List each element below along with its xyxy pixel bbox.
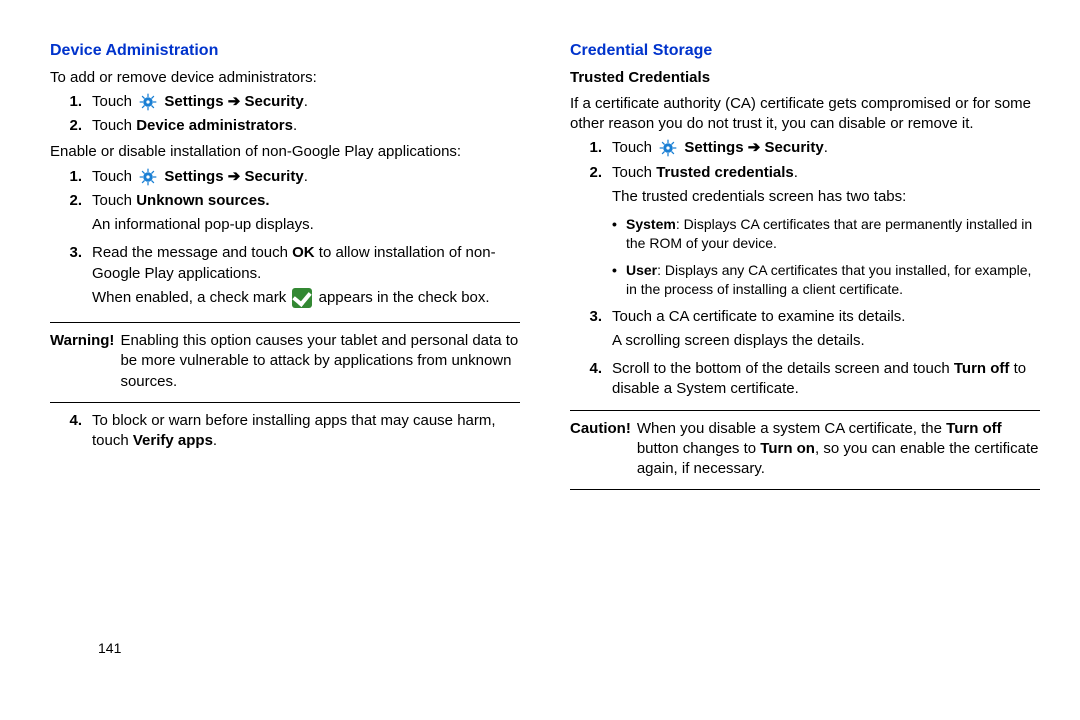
bullet-dot: •	[612, 261, 626, 299]
settings-icon	[138, 167, 158, 187]
system-label: System	[626, 216, 676, 232]
security-label: Security	[764, 139, 823, 156]
step-3: 3. Touch a CA certificate to examine its…	[570, 307, 1040, 356]
step-2: 2. Touch Trusted credentials. The truste…	[570, 163, 1040, 212]
left-column: Device Administration To add or remove d…	[50, 40, 520, 498]
warning-text: Enabling this option causes your tablet …	[120, 331, 520, 392]
divider	[570, 410, 1040, 411]
intro-text: If a certificate authority (CA) certific…	[570, 94, 1040, 135]
right-column: Credential Storage Trusted Credentials I…	[570, 40, 1040, 498]
step-number: 2.	[50, 191, 92, 240]
step-number: 2.	[570, 163, 612, 212]
step-2: 2. Touch Device administrators.	[50, 116, 520, 136]
step-number: 1.	[570, 138, 612, 158]
text: The trusted credentials screen has two t…	[612, 187, 1040, 207]
arrow-icon: ➔	[228, 168, 241, 185]
security-label: Security	[244, 168, 303, 185]
section-title-credential-storage: Credential Storage	[570, 40, 1040, 62]
turn-off-label: Turn off	[946, 420, 1002, 437]
settings-icon	[138, 92, 158, 112]
page-number: 141	[98, 640, 121, 656]
text: Touch	[612, 164, 656, 181]
step-4: 4. Scroll to the bottom of the details s…	[570, 359, 1040, 400]
subsection-trusted-credentials: Trusted Credentials	[570, 68, 1040, 88]
text: Touch	[92, 168, 136, 185]
text: Touch	[92, 117, 136, 134]
bullet-user: • User: Displays any CA certificates tha…	[612, 261, 1040, 299]
text: Read the message and touch	[92, 244, 292, 261]
turn-on-label: Turn on	[760, 440, 815, 457]
step-number: 4.	[570, 359, 612, 400]
text: An informational pop-up displays.	[92, 215, 520, 235]
verify-apps-label: Verify apps	[133, 432, 213, 449]
step-1: 1. Touch Settings ➔ Security.	[570, 138, 1040, 158]
trusted-credentials-label: Trusted credentials	[656, 164, 794, 181]
divider	[50, 402, 520, 403]
text: : Displays CA certificates that are perm…	[626, 216, 1032, 251]
bullet-system: • System: Displays CA certificates that …	[612, 215, 1040, 253]
arrow-icon: ➔	[228, 93, 241, 110]
text: button changes to	[637, 440, 760, 457]
warning-label: Warning!	[50, 331, 120, 392]
unknown-sources-label: Unknown sources.	[136, 192, 269, 209]
step-number: 2.	[50, 116, 92, 136]
settings-label: Settings	[164, 93, 223, 110]
arrow-icon: ➔	[748, 139, 761, 156]
step-number: 1.	[50, 167, 92, 187]
paragraph: Enable or disable installation of non-Go…	[50, 142, 520, 162]
step-3: 3. Read the message and touch OK to allo…	[50, 243, 520, 312]
step-number: 1.	[50, 92, 92, 112]
text: appears in the check box.	[314, 289, 489, 306]
warning-notice: Warning! Enabling this option causes you…	[50, 331, 520, 392]
caution-notice: Caution! When you disable a system CA ce…	[570, 419, 1040, 480]
bullet-dot: •	[612, 215, 626, 253]
settings-icon	[658, 138, 678, 158]
text: Touch	[92, 192, 136, 209]
device-administrators-label: Device administrators	[136, 117, 293, 134]
section-title-device-administration: Device Administration	[50, 40, 520, 62]
step-number: 3.	[50, 243, 92, 312]
user-label: User	[626, 262, 657, 278]
text: : Displays any CA certificates that you …	[626, 262, 1031, 297]
divider	[50, 322, 520, 323]
divider	[570, 489, 1040, 490]
step-number: 4.	[50, 411, 92, 452]
checkmark-icon	[292, 288, 312, 308]
settings-label: Settings	[684, 139, 743, 156]
text: A scrolling screen displays the details.	[612, 331, 1040, 351]
step-4: 4. To block or warn before installing ap…	[50, 411, 520, 452]
turn-off-label: Turn off	[954, 360, 1010, 377]
intro-text: To add or remove device administrators:	[50, 68, 520, 88]
ok-label: OK	[292, 244, 315, 261]
security-label: Security	[244, 93, 303, 110]
text: Touch	[92, 93, 136, 110]
caution-label: Caution!	[570, 419, 637, 480]
step-2b: 2. Touch Unknown sources. An information…	[50, 191, 520, 240]
text: Touch a CA certificate to examine its de…	[612, 307, 1040, 327]
text: When enabled, a check mark	[92, 289, 290, 306]
step-1b: 1. Touch Settings ➔ Security.	[50, 167, 520, 187]
step-number: 3.	[570, 307, 612, 356]
step-1: 1. Touch Settings ➔ Security.	[50, 92, 520, 112]
text: When you disable a system CA certificate…	[637, 420, 946, 437]
text: Scroll to the bottom of the details scre…	[612, 360, 954, 377]
settings-label: Settings	[164, 168, 223, 185]
text: Touch	[612, 139, 656, 156]
